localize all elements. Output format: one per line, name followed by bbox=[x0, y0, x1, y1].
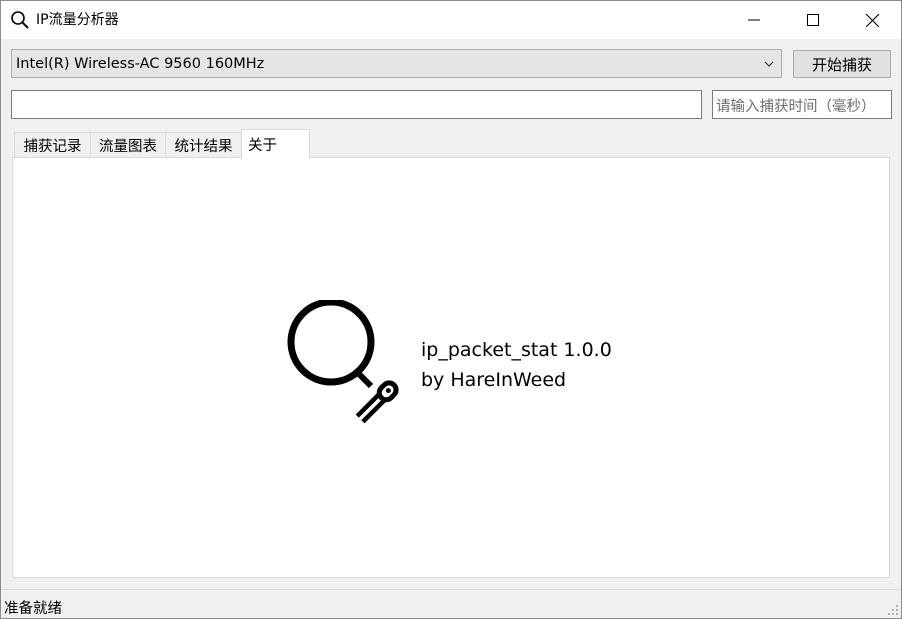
app-window: IP流量分析器 Intel(R) Wireless-AC 9560 160MHz… bbox=[0, 0, 902, 619]
capture-time-placeholder: 请输入捕获时间（毫秒） bbox=[716, 99, 876, 115]
tab-about[interactable]: 关于 bbox=[241, 129, 310, 159]
status-bar: 准备就绪 bbox=[1, 589, 901, 618]
minimize-button[interactable] bbox=[725, 1, 783, 39]
chevron-down-icon bbox=[764, 61, 774, 67]
minimize-icon bbox=[748, 19, 760, 21]
magnifier-logo-icon bbox=[287, 300, 399, 424]
maximize-button[interactable] bbox=[784, 1, 842, 39]
tab-statistics[interactable]: 统计结果 bbox=[165, 132, 242, 158]
search-icon bbox=[11, 11, 29, 29]
about-panel: ip_packet_stat 1.0.0 by HareInWeed bbox=[12, 157, 890, 578]
status-text: 准备就绪 bbox=[4, 601, 62, 617]
about-app-name: ip_packet_stat 1.0.0 bbox=[421, 339, 612, 361]
resize-grip-icon[interactable] bbox=[887, 604, 899, 616]
maximize-icon bbox=[807, 14, 819, 26]
start-capture-button[interactable]: 开始捕获 bbox=[793, 50, 891, 78]
filter-input[interactable] bbox=[11, 90, 702, 119]
capture-time-input[interactable]: 请输入捕获时间（毫秒） bbox=[712, 90, 892, 119]
window-title: IP流量分析器 bbox=[36, 12, 119, 28]
device-select[interactable]: Intel(R) Wireless-AC 9560 160MHz bbox=[11, 49, 782, 78]
close-icon bbox=[865, 13, 879, 27]
tab-traffic-chart[interactable]: 流量图表 bbox=[90, 132, 166, 158]
about-author: by HareInWeed bbox=[421, 369, 567, 391]
title-bar[interactable]: IP流量分析器 bbox=[1, 1, 901, 39]
tab-capture-records[interactable]: 捕获记录 bbox=[14, 132, 91, 158]
close-button[interactable] bbox=[843, 1, 901, 39]
device-select-value: Intel(R) Wireless-AC 9560 160MHz bbox=[16, 56, 265, 72]
